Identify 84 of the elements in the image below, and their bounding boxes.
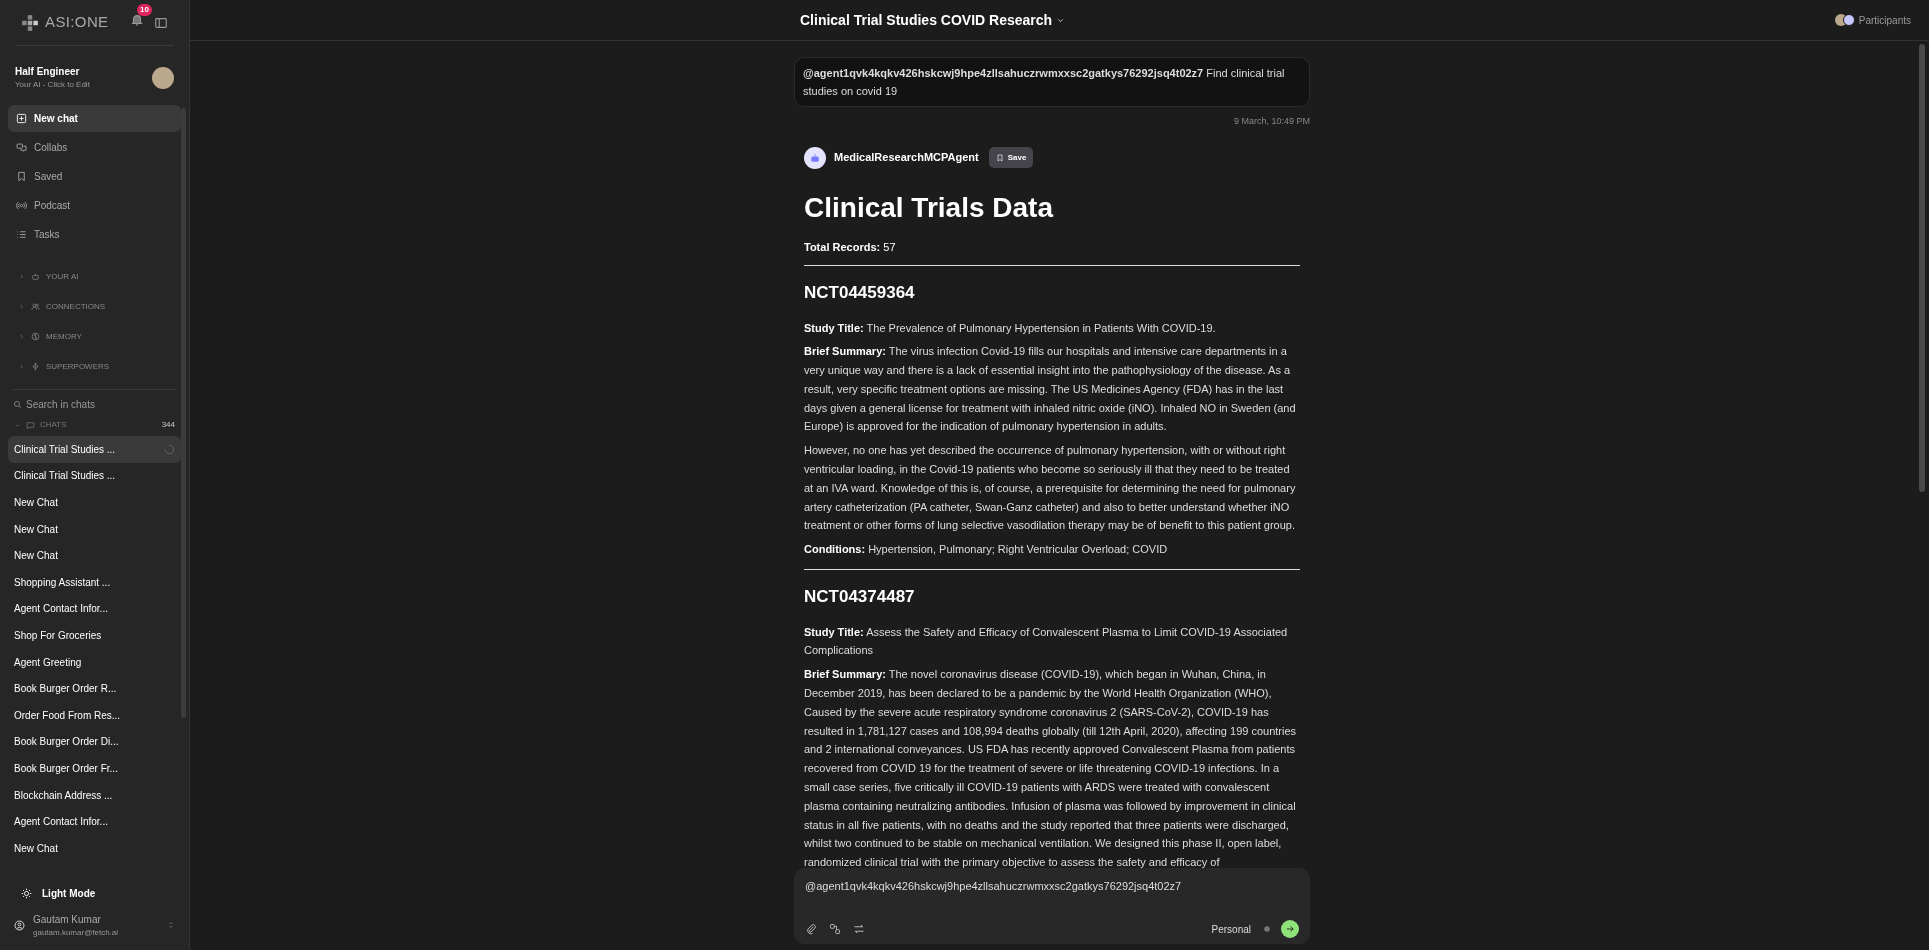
attach-button[interactable]: [805, 923, 817, 935]
logo-wordmark: ASI:ONE: [45, 12, 109, 33]
avatar[interactable]: [152, 66, 174, 89]
section-item[interactable]: SUPERPOWERS: [13, 352, 176, 381]
paperclip-icon: [805, 923, 817, 935]
mode-label: Personal: [1211, 922, 1251, 937]
chat-bubbles-icon: [16, 142, 27, 153]
section-item[interactable]: YOUR AI: [13, 262, 176, 291]
plus-square-icon: [16, 113, 27, 124]
conversation-title-button[interactable]: Clinical Trial Studies COVID Research: [800, 9, 1066, 31]
swap-arrows-icon: [853, 923, 865, 935]
section-item[interactable]: CONNECTIONS: [13, 292, 176, 321]
message-input[interactable]: @agent1qvk4kqkv426hskcwj9hpe4zllsahuczrwmxxsc2gatkys76292jsq4t02z7: [805, 878, 1299, 895]
message-composer[interactable]: @agent1qvk4kqkv426hskcwj9hpe4zllsahuczrwmxxsc2gatkys76292jsq4t02z7 Personal: [794, 868, 1310, 944]
bookmark-icon: [995, 153, 1004, 162]
list-icon: [16, 229, 27, 240]
panel-icon: [154, 15, 168, 30]
nav-item[interactable]: New chat: [8, 105, 181, 132]
people-icon: [31, 302, 40, 311]
chat-item[interactable]: Book Burger Order Di...: [8, 728, 181, 756]
robot-icon: [31, 272, 40, 281]
save-button[interactable]: Save: [988, 147, 1034, 168]
study-id: NCT04374487: [804, 586, 916, 609]
study-paragraph: Conditions: Hypertension, Pulmonary; Right Ventricular Overload; COVID: [804, 542, 1169, 558]
up-down-chevron-icon: [167, 921, 175, 929]
chat-item[interactable]: Clinical Trial Studies ...: [8, 436, 181, 463]
arrow-right-icon: [1285, 924, 1295, 934]
dot-icon: [1263, 925, 1271, 933]
nav-item[interactable]: Saved: [8, 163, 181, 190]
sun-icon: [21, 887, 32, 899]
chat-item[interactable]: Shop For Groceries: [8, 622, 181, 649]
linked-squares-icon: [829, 923, 841, 935]
notification-count: 10: [137, 3, 152, 16]
connect-button[interactable]: [829, 923, 841, 935]
avatar: [1834, 14, 1847, 26]
study-paragraph: Brief Summary: The novel coronavirus disease (COVID-19), which began in Wuhan, China, in December 2019, has been declared to be a pandemic by the World Health Organization (WHO), Caused by the severe acute respiratory syndrome coronavirus 2 (SARS-CoV-2), COVID-19 has resulted in 1,781,127 cases and 108,994 deaths globally (till 12th April, 2020), affecting 199 countries and 2 international conveyances. US FDA has recently approved Convalescent Plasma from patients recovered from COVID 19 for the treatment of severe or life threatening COVID-19 infections. In a small case series, five critically ill COVID-19 patients with ARDS were treated with convalescent plasma containing neutralizing antibodies. Infusion of plasma was followed by improvement in clinical status in all five patients, with no deaths and the study reported that three patients were discharged, whilst two continued to be stable on mechanical ventilation. We designed this phase II, open label, randomized clinical trial with the primary objective to assess the safety and efficacy of: [804, 667, 1298, 871]
study-id: NCT04459364: [804, 282, 916, 304]
mode-toggle[interactable]: [1263, 925, 1271, 933]
chat-item[interactable]: Agent Contact Infor...: [8, 808, 181, 835]
lightning-icon: [31, 362, 40, 371]
bookmark-icon: [16, 171, 27, 182]
nav-item[interactable]: Tasks: [8, 221, 181, 248]
chat-item[interactable]: New Chat: [8, 489, 181, 516]
profile-name: Half Engineer: [15, 65, 81, 79]
nav-item[interactable]: Collabs: [8, 134, 181, 161]
logo-squares-icon: [21, 13, 39, 32]
sidebar-toggle-button[interactable]: [154, 15, 168, 30]
total-records: Total Records: 57: [804, 239, 897, 255]
study-paragraph: However, no one has yet described the occurrence of pulmonary hypertension, with or without right ventricular loading, in the Covid-19 patients who become so seriously ill that they need to be treated at an IVA ward. Knowledge of this is, of course, a prerequisite for determining the need for pulmonary artery catheterization (PA catheter, Swan-Ganz catheter) and also to better understand whether iNO treatment or other forms of lung selective vasodilation therapy may be of benefit to this patient group.: [804, 443, 1297, 534]
agent-name: MedicalResearchMCPAgent: [834, 150, 979, 166]
study-paragraph: Brief Summary: The virus infection Covid-19 fills our hospitals and intensive care departments in a very unique way and there is a lack of essential insight into the pathophysiology of the disease. As a result, very specific treatment options are missing. The US Medicines Agency (FDA) has in the last days given a general license for treatment with inhaled nitric oxide (iNO). Inhaled NO in Sweden (and Europe) is approved for the indication of pulmonary hypertension in adults.: [804, 344, 1297, 435]
chat-item[interactable]: Book Burger Order R...: [8, 675, 181, 702]
light-mode-button[interactable]: Light Mode: [8, 878, 181, 908]
chat-item[interactable]: Agent Greeting: [8, 648, 181, 676]
switch-button[interactable]: [853, 923, 865, 935]
chat-count: 344: [161, 419, 175, 431]
message-time: 9 March, 10:49 PM: [1233, 115, 1310, 128]
chat-item[interactable]: New Chat: [8, 515, 181, 543]
chat-item[interactable]: Clinical Trial Studies ...: [8, 462, 181, 490]
study-paragraph: Study Title: Assess the Safety and Efficacy of Convalescent Plasma to Limit COVID-19 Associated Complications: [804, 624, 1289, 659]
chat-item[interactable]: Order Food From Res...: [8, 701, 181, 729]
chat-item[interactable]: Agent Contact Infor...: [8, 595, 181, 623]
nav-item[interactable]: Podcast: [8, 192, 181, 219]
user-message: @agent1qvk4kqkv426hskcwj9hpe4zllsahuczrwmxxsc2gatkys76292jsq4t02z7 Find clinical trial studies on covid 19: [794, 57, 1310, 107]
search-icon: [13, 399, 22, 409]
chat-item[interactable]: New Chat: [8, 834, 181, 862]
bell-icon: [130, 12, 144, 27]
response-heading: Clinical Trials Data: [804, 190, 1055, 225]
profile-subtitle: Your AI - Click to Edit: [15, 79, 90, 91]
section-item[interactable]: MEMORY: [13, 322, 176, 351]
user-email: gautam.kumar@fetch.ai: [33, 926, 120, 939]
chat-item[interactable]: New Chat: [8, 542, 181, 569]
user-circle-icon: [14, 919, 25, 931]
robot-icon: [809, 151, 821, 164]
chat-item[interactable]: Blockchain Address ...: [8, 781, 181, 809]
chat-search-field[interactable]: Search in chats: [26, 396, 166, 412]
chat-item[interactable]: Book Burger Order Fr...: [8, 755, 181, 782]
user-name: Gautam Kumar: [33, 912, 102, 927]
send-button[interactable]: [1281, 920, 1299, 938]
participants-button[interactable]: Participants: [1834, 12, 1911, 28]
chat-bubble-icon: [26, 420, 35, 430]
chat-item[interactable]: Shopping Assistant ...: [8, 568, 181, 596]
broadcast-icon: [16, 200, 27, 211]
study-paragraph: Study Title: The Prevalence of Pulmonary Hypertension in Patients With COVID-19.: [804, 320, 1217, 336]
